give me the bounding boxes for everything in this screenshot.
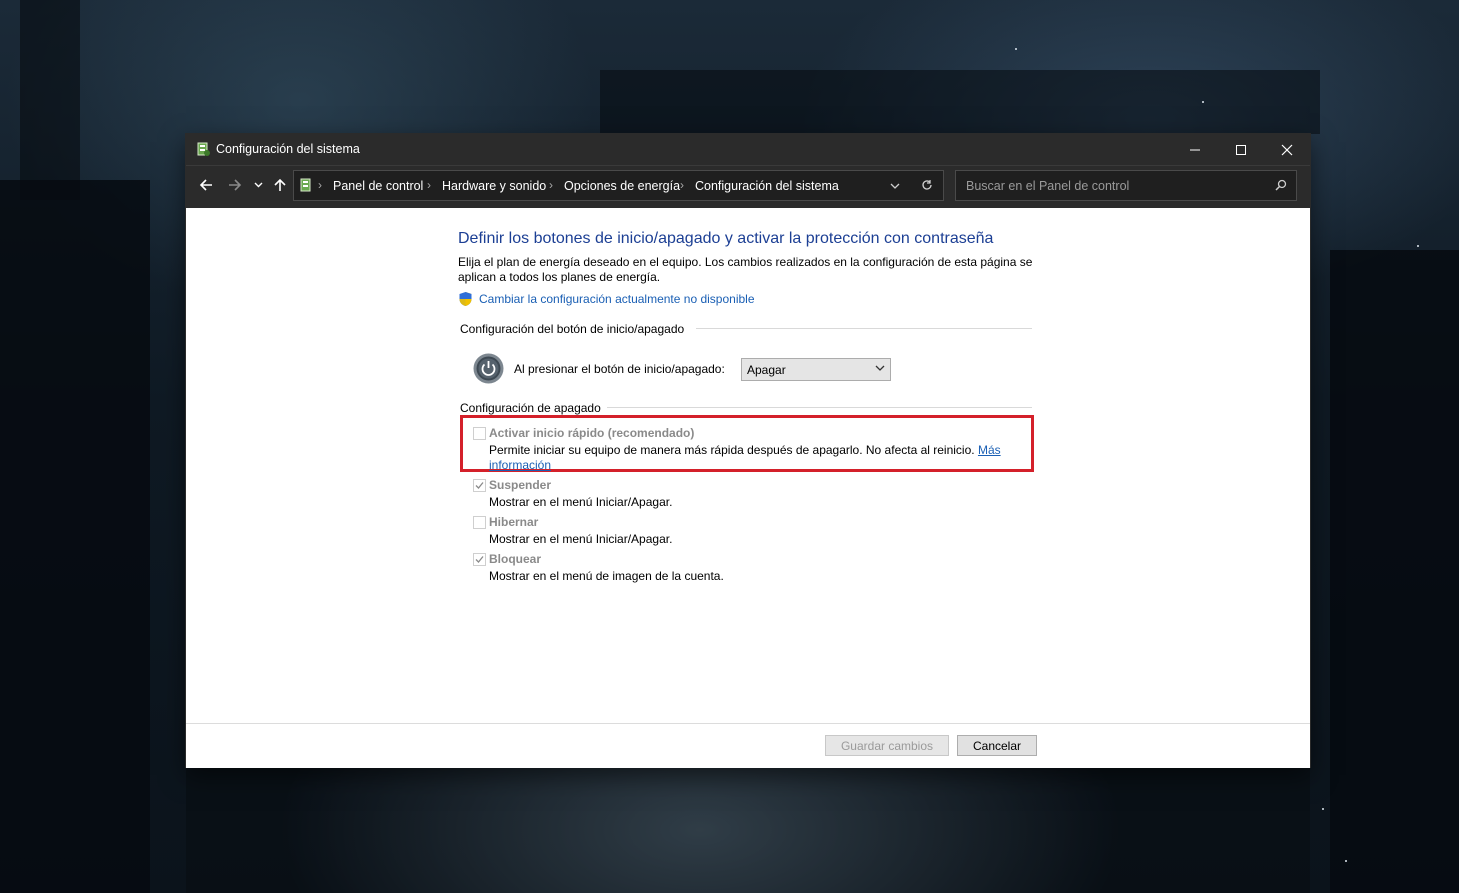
background-ground [186, 767, 1310, 893]
power-button-icon [473, 353, 504, 384]
power-button-action-value: Apagar [747, 363, 786, 377]
main-content: Definir los botones de inicio/apagado y … [186, 208, 1310, 723]
power-button-action-select[interactable]: Apagar [741, 358, 891, 381]
group-divider [607, 407, 1032, 408]
background-tower-left [20, 0, 80, 200]
minimize-button[interactable] [1172, 134, 1218, 165]
power-options-app-icon [197, 142, 210, 156]
background-star [1015, 48, 1017, 50]
checkmark-icon [475, 482, 484, 489]
title-bar[interactable]: Configuración del sistema [186, 134, 1310, 165]
fast-startup-label: Activar inicio rápido (recomendado) [489, 426, 695, 440]
close-icon [1281, 144, 1293, 156]
control-panel-icon [300, 178, 311, 192]
uac-shield-icon [459, 292, 472, 306]
breadcrumb-separator-icon: › [680, 178, 684, 192]
checkmark-icon [475, 556, 484, 563]
power-button-group-title: Configuración del botón de inicio/apagad… [460, 322, 685, 336]
shutdown-group-title: Configuración de apagado [460, 401, 601, 415]
fast-startup-description-text: Permite iniciar su equipo de manera más … [489, 443, 978, 457]
maximize-button[interactable] [1218, 134, 1264, 165]
maximize-icon [1236, 145, 1246, 155]
hibernate-description: Mostrar en el menú Iniciar/Apagar. [489, 532, 673, 546]
footer-bar: Guardar cambios Cancelar [186, 723, 1310, 768]
refresh-icon[interactable] [921, 179, 933, 191]
hibernate-checkbox[interactable] [473, 516, 486, 529]
page-title: Definir los botones de inicio/apagado y … [458, 230, 994, 247]
window-title: Configuración del sistema [216, 142, 360, 156]
back-arrow-icon[interactable] [199, 178, 213, 192]
address-bar[interactable]: › Panel de control › Hardware y sonido ›… [293, 170, 944, 201]
group-divider [696, 328, 1032, 329]
breadcrumb-opciones-de-energia[interactable]: Opciones de energía [564, 179, 680, 193]
breadcrumb-separator-icon: › [318, 178, 322, 192]
cancel-button[interactable]: Cancelar [957, 735, 1037, 756]
page-description: Elija el plan de energía deseado en el e… [458, 255, 1033, 284]
sleep-description: Mostrar en el menú Iniciar/Apagar. [489, 495, 673, 509]
breadcrumb-configuracion-del-sistema[interactable]: Configuración del sistema [695, 179, 839, 193]
fast-startup-description: Permite iniciar su equipo de manera más … [489, 443, 1001, 457]
background-star [1322, 808, 1324, 810]
recent-pages-chevron-icon[interactable] [254, 181, 263, 189]
navigation-bar: › Panel de control › Hardware y sonido ›… [186, 165, 1310, 208]
lock-label: Bloquear [489, 552, 542, 566]
forward-arrow-icon[interactable] [228, 178, 242, 192]
chevron-down-icon [875, 365, 885, 371]
minimize-icon [1190, 149, 1200, 151]
hibernate-label: Hibernar [489, 515, 539, 529]
background-building-left [0, 180, 150, 893]
search-input[interactable] [964, 176, 1268, 196]
power-button-label: Al presionar el botón de inicio/apagado: [514, 362, 725, 376]
up-arrow-icon[interactable] [273, 178, 287, 192]
address-dropdown-chevron-icon[interactable] [890, 182, 900, 190]
lock-checkbox[interactable] [473, 553, 486, 566]
more-info-link-continued[interactable]: información [489, 458, 551, 472]
background-fence [600, 70, 1320, 134]
background-star [1417, 245, 1419, 247]
background-star [1202, 101, 1204, 103]
save-changes-button[interactable]: Guardar cambios [825, 735, 949, 756]
sleep-label: Suspender [489, 478, 552, 492]
change-unavailable-settings-link[interactable]: Cambiar la configuración actualmente no … [479, 292, 755, 306]
search-box[interactable] [955, 170, 1297, 201]
close-button[interactable] [1264, 134, 1310, 165]
fast-startup-checkbox[interactable] [473, 427, 486, 440]
breadcrumb-separator-icon: › [549, 178, 553, 192]
background-building-right [1330, 250, 1459, 893]
search-icon[interactable] [1275, 179, 1287, 191]
sleep-checkbox[interactable] [473, 479, 486, 492]
system-settings-window: Configuración del sistema › Panel de con… [186, 134, 1310, 768]
breadcrumb-separator-icon: › [427, 178, 431, 192]
more-info-link[interactable]: Más [978, 443, 1001, 457]
lock-description: Mostrar en el menú de imagen de la cuent… [489, 569, 724, 583]
background-star [1345, 860, 1347, 862]
breadcrumb-panel-de-control[interactable]: Panel de control [333, 179, 423, 193]
breadcrumb-hardware-y-sonido[interactable]: Hardware y sonido [442, 179, 546, 193]
